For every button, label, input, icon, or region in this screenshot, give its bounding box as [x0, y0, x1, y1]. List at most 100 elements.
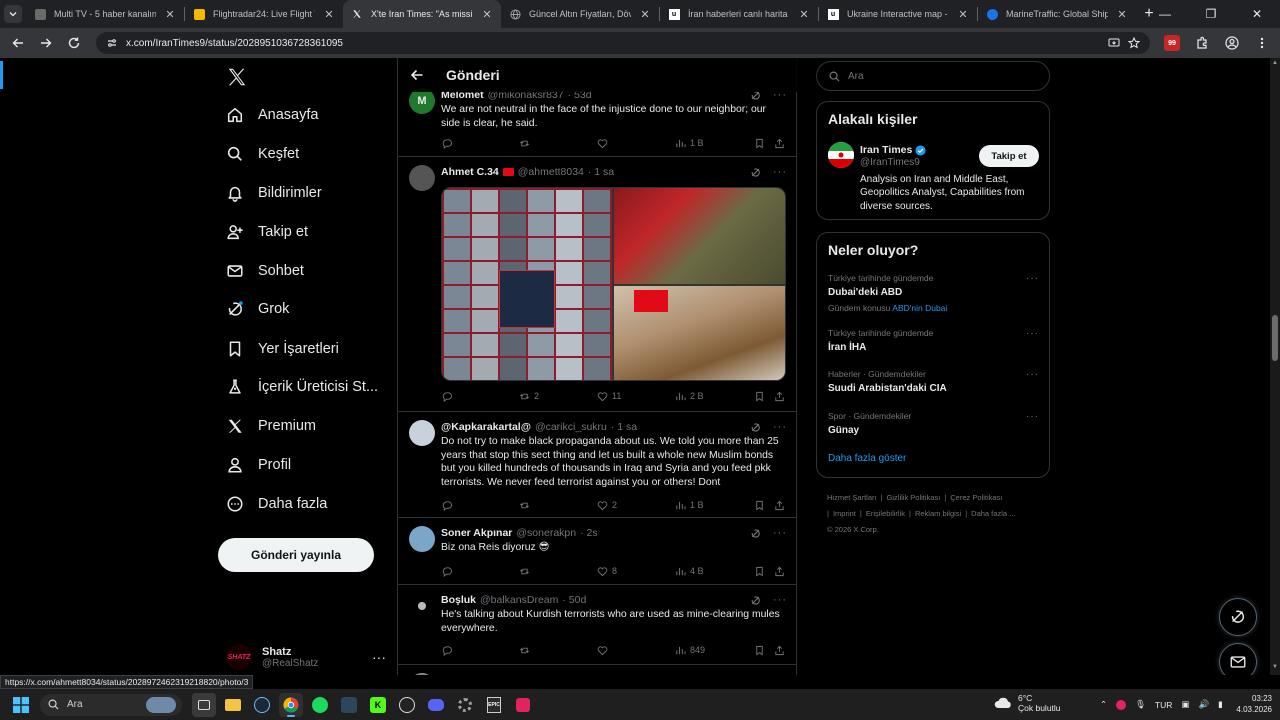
weather-widget[interactable]: 6°C Çok bulutlu [994, 693, 1061, 713]
close-tab-icon[interactable]: ✕ [798, 8, 810, 21]
retweet-button[interactable] [519, 138, 597, 149]
x-logo-icon[interactable] [226, 66, 252, 92]
nav-item[interactable]: Premium [226, 411, 316, 441]
minimize-button[interactable]: — [1142, 0, 1188, 28]
scroll-up-arrow-icon[interactable]: ▲ [1272, 60, 1278, 66]
forward-button[interactable] [34, 31, 58, 55]
site-info-icon[interactable] [106, 37, 118, 49]
browser-tab[interactable]: Multi TV - 5 haber kanalını aynı ✕ [26, 0, 184, 28]
bookmark-button[interactable] [754, 500, 774, 511]
more-dots-icon[interactable]: ··· [773, 594, 787, 606]
show-more-link[interactable]: Daha fazla göster [828, 453, 906, 464]
author-name[interactable]: @Kapkarakartal@ [441, 421, 531, 433]
like-button[interactable] [597, 645, 675, 656]
grok-icon[interactable] [750, 675, 761, 676]
nav-item[interactable]: Yer İşaretleri [226, 334, 339, 364]
taskbar-search-input[interactable]: Ara [40, 693, 182, 716]
grok-icon[interactable] [750, 595, 761, 606]
start-button[interactable] [4, 696, 38, 713]
spotify-icon[interactable] [308, 693, 332, 717]
tweet[interactable]: Soner Akpınar @sonerakpn · 2s ··· Biz ona Re… [398, 518, 797, 585]
avatar[interactable] [409, 673, 435, 675]
more-dots-icon[interactable]: ··· [1026, 411, 1039, 422]
author-name[interactable]: Boşluk [441, 594, 476, 606]
author-name[interactable]: Abdullah sancaklı [441, 674, 530, 675]
share-button[interactable] [774, 500, 785, 511]
bookmark-button[interactable] [754, 645, 774, 656]
profile-avatar-icon[interactable] [1220, 31, 1244, 55]
person-name-row[interactable]: Iran Times [860, 144, 926, 156]
grok-fab-button[interactable] [1219, 598, 1257, 636]
file-explorer-icon[interactable] [221, 693, 245, 717]
views-button[interactable]: 4 B [675, 566, 749, 577]
like-button[interactable]: 11 [597, 391, 675, 402]
author-handle[interactable]: @sonerakpn [516, 527, 576, 539]
nav-item[interactable]: Bildirimler [226, 178, 322, 208]
kick-icon[interactable]: K [366, 693, 390, 717]
browser-tab[interactable]: Güncel Altın Fiyatları, Döviz Kurları ✕ [501, 0, 659, 28]
tweet-media[interactable] [441, 187, 786, 381]
tab-search-button[interactable] [0, 0, 26, 28]
views-button[interactable]: 849 [675, 645, 749, 656]
share-button[interactable] [774, 138, 785, 149]
tweet[interactable]: Boşluk @balkansDream · 50d ··· He's talking … [398, 585, 797, 665]
settings-gear-icon[interactable] [453, 693, 477, 717]
bookmark-button[interactable] [754, 138, 774, 149]
author-handle[interactable]: @sancakl65522 [534, 674, 609, 675]
extension-99-icon[interactable]: 99 [1160, 31, 1184, 55]
nav-item[interactable]: Profil [226, 450, 291, 480]
reply-button[interactable] [441, 391, 519, 402]
tweet[interactable]: @Kapkarakartal@ @carikci_sukru · 1 sa ··· Do… [398, 412, 797, 518]
account-switcher[interactable]: SHATZ Shatz @RealShatz ··· [226, 640, 386, 674]
share-button[interactable] [774, 566, 785, 577]
author-name[interactable]: Soner Akpınar [441, 527, 512, 539]
like-button[interactable] [597, 138, 675, 149]
browser-menu-icon[interactable] [1250, 31, 1274, 55]
footer-link[interactable]: Imprint [833, 509, 856, 518]
task-view-icon[interactable] [192, 692, 216, 717]
input-language[interactable]: TUR [1155, 700, 1172, 710]
trend-item[interactable]: Haberler · Gündemdekiler Suudi Arabistan'… [828, 369, 1039, 394]
like-button[interactable]: 8 [597, 566, 675, 577]
tray-app-icon[interactable] [1116, 699, 1127, 710]
avatar[interactable] [409, 420, 435, 446]
views-button[interactable]: 1 B [675, 500, 749, 511]
more-dots-icon[interactable]: ··· [773, 674, 787, 675]
browser-tab[interactable]: X'te Iran Times: "As missiles fly ✕ [343, 0, 501, 28]
footer-link[interactable]: Gizlilik Politikası [887, 493, 941, 502]
tweet-time[interactable]: · 1 sa [614, 674, 640, 675]
avatar[interactable] [409, 593, 435, 619]
github-icon[interactable] [395, 693, 419, 717]
footer-link[interactable]: Erişilebilirlik [866, 509, 905, 518]
author-handle[interactable]: @balkansDream [480, 594, 558, 606]
system-clock[interactable]: 03:23 4.03.2026 [1232, 693, 1272, 715]
like-button[interactable]: 2 [597, 500, 675, 511]
nav-item[interactable]: Daha fazla [226, 489, 327, 519]
post-button[interactable]: Gönderi yayınla [218, 538, 374, 572]
trend-sub-link[interactable]: ABD'nin Dubai [892, 303, 947, 313]
reply-button[interactable] [441, 500, 519, 511]
discord-icon[interactable] [424, 693, 448, 717]
avatar[interactable] [409, 165, 435, 191]
volume-icon[interactable]: 🔊 [1198, 699, 1209, 710]
close-window-button[interactable]: ✕ [1234, 0, 1280, 28]
nav-item[interactable]: İçerik Üreticisi St... [226, 372, 378, 402]
more-dots-icon[interactable]: ··· [773, 421, 787, 433]
epic-games-icon[interactable]: EPIC [482, 693, 506, 717]
retweet-button[interactable]: 2 [519, 391, 597, 402]
nav-item[interactable]: Keşfet [226, 139, 299, 169]
close-tab-icon[interactable]: ✕ [1116, 8, 1128, 21]
grok-icon[interactable] [750, 422, 761, 433]
nav-item[interactable]: Anasayfa [226, 100, 318, 130]
snipping-tool-icon[interactable] [511, 693, 535, 717]
bookmark-star-icon[interactable] [1128, 37, 1140, 49]
grok-icon[interactable] [750, 528, 761, 539]
grok-icon[interactable] [750, 167, 761, 178]
url-text[interactable]: x.com/IranTimes9/status/2028951036728361… [126, 38, 1100, 49]
views-button[interactable]: 1 B [675, 138, 749, 149]
follow-button[interactable]: Takip et [979, 145, 1039, 167]
reload-button[interactable] [62, 31, 86, 55]
share-button[interactable] [774, 645, 785, 656]
steam-client-icon[interactable] [337, 693, 361, 717]
footer-link[interactable]: Hizmet Şartları [827, 493, 877, 502]
